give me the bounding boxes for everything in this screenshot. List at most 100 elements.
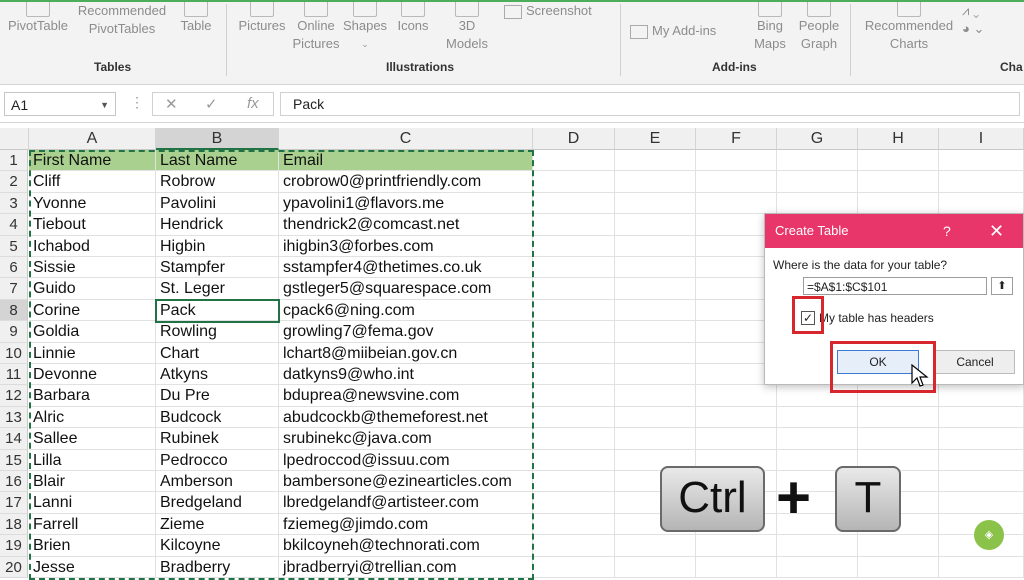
cell[interactable] [533,214,615,236]
column-header[interactable]: H [858,128,939,150]
row-header[interactable]: 3 [0,192,28,215]
recommended-charts-button[interactable]: Recommended Charts [860,2,958,53]
row-header[interactable]: 5 [0,235,28,257]
cell[interactable]: thendrick2@comcast.net [279,214,533,236]
column-header[interactable]: D [533,128,615,150]
row-header[interactable]: 6 [0,257,28,279]
cell[interactable]: Chart [156,342,279,364]
header-cell[interactable]: Last Name [156,150,279,172]
cell[interactable]: Higbin [156,235,279,257]
cell[interactable] [533,278,615,300]
cell[interactable] [533,406,615,429]
cell[interactable] [858,192,939,215]
cell[interactable]: Amberson [156,471,279,493]
cell[interactable]: Atkyns [156,364,279,386]
cell[interactable] [777,556,858,578]
column-header[interactable]: G [777,128,858,150]
header-cell[interactable] [696,150,777,172]
row-header[interactable]: 14 [0,428,28,450]
cell[interactable] [615,214,696,236]
cell[interactable] [615,342,696,364]
headers-checkbox-label[interactable]: My table has headers [819,311,934,325]
cell[interactable] [533,449,615,471]
cell[interactable] [533,321,615,343]
people-graph-button[interactable]: People Graph [796,2,842,53]
row-header[interactable]: 13 [0,406,28,429]
shapes-button[interactable]: Shapes ⌄ [342,2,388,53]
row-header[interactable]: 9 [0,321,28,343]
range-input[interactable]: =$A$1:$C$101 [803,277,987,295]
cell[interactable]: Sissie [29,257,156,279]
cell[interactable] [533,513,615,536]
cell[interactable] [939,449,1024,471]
cell[interactable]: Alric [29,406,156,429]
cell[interactable] [615,385,696,407]
row-header[interactable]: 8 [0,299,28,322]
cell[interactable] [615,556,696,578]
cell[interactable]: Blair [29,471,156,493]
row-header[interactable]: 10 [0,342,28,364]
close-icon[interactable]: ✕ [989,214,1004,248]
cell[interactable] [777,406,858,429]
cell[interactable]: Bradberry [156,556,279,578]
enter-icon[interactable]: ✓ [205,95,218,113]
cell[interactable] [939,385,1024,407]
cell[interactable]: srubinekc@java.com [279,428,533,450]
row-header[interactable]: 19 [0,535,28,557]
cell[interactable]: Linnie [29,342,156,364]
cell[interactable]: gstleger5@squarespace.com [279,278,533,300]
cell[interactable]: bambersone@ezinearticles.com [279,471,533,493]
header-cell[interactable]: Email [279,150,533,172]
collapse-dialog-icon[interactable]: ⬆ [991,277,1013,295]
cell[interactable] [696,535,777,557]
header-cell[interactable] [533,150,615,172]
cell[interactable]: sstampfer4@thetimes.co.uk [279,257,533,279]
cell[interactable] [615,364,696,386]
cell[interactable]: jbradberryi@trellian.com [279,556,533,578]
cell[interactable]: abudcockb@themeforest.net [279,406,533,429]
cell[interactable] [615,406,696,429]
cell[interactable] [696,406,777,429]
cell[interactable] [939,556,1024,578]
chart-type-buttons[interactable]: ⩘ ⌄ ◕ ⌄ [962,2,1018,38]
my-addins-button[interactable]: My Add-ins [630,22,742,40]
cell[interactable]: lbredgelandf@artisteer.com [279,492,533,514]
cell[interactable] [696,556,777,578]
cell[interactable]: Sallee [29,428,156,450]
row-header[interactable]: 11 [0,364,28,386]
cell[interactable]: Yvonne [29,192,156,215]
cell[interactable]: ihigbin3@forbes.com [279,235,533,257]
cell[interactable]: Guido [29,278,156,300]
cell[interactable] [533,535,615,557]
cell[interactable]: Brien [29,535,156,557]
cell[interactable] [696,428,777,450]
header-cell[interactable] [939,150,1024,172]
cell[interactable]: Hendrick [156,214,279,236]
column-header[interactable]: I [939,128,1024,150]
cell[interactable]: Bredgeland [156,492,279,514]
cell[interactable]: lpedroccod@issuu.com [279,449,533,471]
cancel-icon[interactable]: ✕ [165,95,178,113]
row-header[interactable]: 16 [0,471,28,493]
cell[interactable]: Cliff [29,171,156,193]
cell[interactable]: Kilcoyne [156,535,279,557]
row-header[interactable]: 15 [0,449,28,471]
cell[interactable]: lchart8@miibeian.gov.cn [279,342,533,364]
cell[interactable]: growling7@fema.gov [279,321,533,343]
row-header[interactable]: 4 [0,214,28,236]
cell[interactable]: Lanni [29,492,156,514]
cell[interactable] [858,406,939,429]
cell[interactable]: Corine [29,299,156,322]
recommended-pivottables-button[interactable]: Recommended PivotTables [74,2,170,38]
row-header[interactable]: 7 [0,278,28,300]
row-header[interactable]: 12 [0,385,28,407]
cell[interactable]: Pack [156,299,279,322]
cell[interactable] [939,406,1024,429]
cell[interactable] [858,171,939,193]
cell[interactable] [858,556,939,578]
cell[interactable] [858,428,939,450]
cell[interactable]: Devonne [29,364,156,386]
cell[interactable] [939,171,1024,193]
cancel-button[interactable]: Cancel [935,350,1015,374]
cell[interactable] [615,278,696,300]
